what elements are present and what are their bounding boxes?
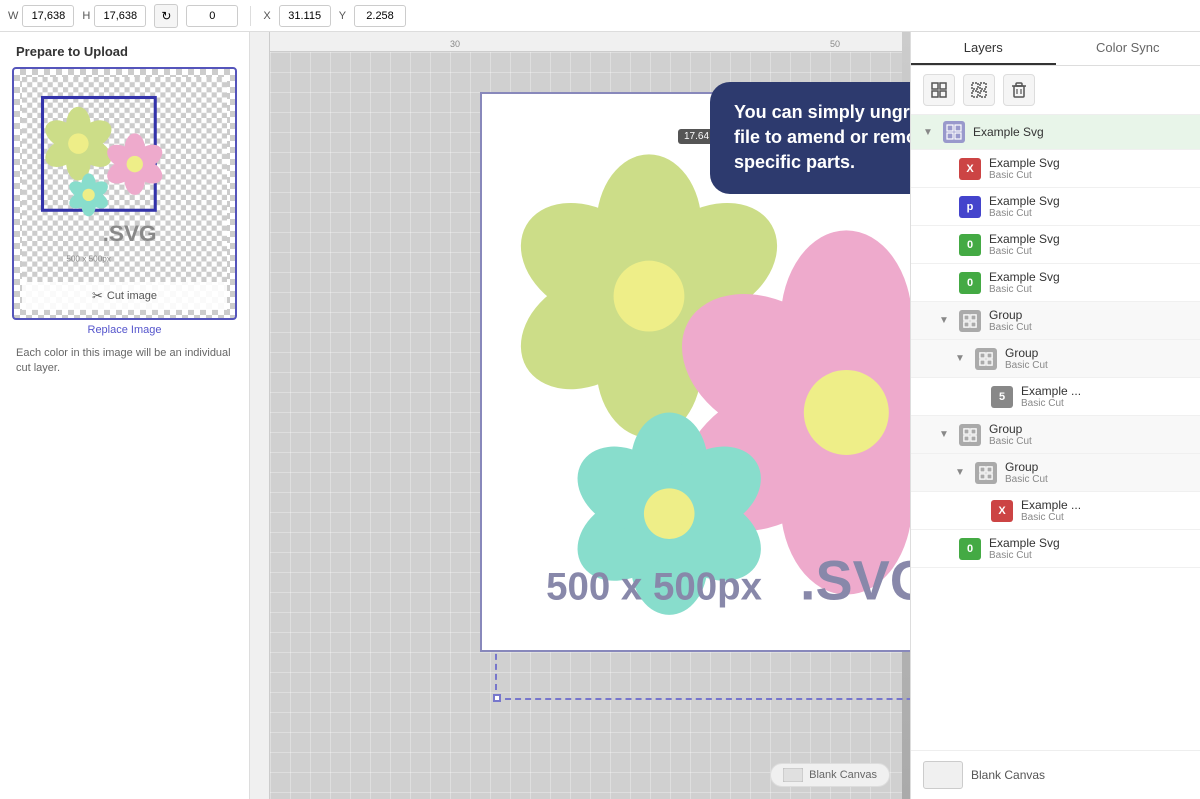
layer-text-3: Example Svg Basic Cut: [989, 232, 1188, 257]
height-input[interactable]: [94, 5, 146, 27]
width-group: W: [8, 5, 74, 27]
layer-list: ▼ Example Svg X Example Svg Basic Cut: [911, 115, 1200, 750]
layer-icon-g2: [975, 348, 997, 370]
layer-text-6: Example ... Basic Cut: [1021, 498, 1188, 523]
layer-item-g2[interactable]: ▼ Group Basic Cut: [911, 340, 1200, 378]
layer-text-7: Example Svg Basic Cut: [989, 536, 1188, 561]
rotate-input[interactable]: [186, 5, 238, 27]
canvas-thumbnail-icon: [783, 768, 803, 782]
tab-layers[interactable]: Layers: [911, 32, 1056, 65]
ungroup-btn[interactable]: [963, 74, 995, 106]
ungroup-icon: [971, 82, 987, 98]
layer-item-6[interactable]: X Example ... Basic Cut: [911, 492, 1200, 530]
layer-icon-7: 0: [959, 538, 981, 560]
preview-svg: .SVG 500 x 500px: [22, 77, 227, 282]
prepare-title: Prepare to Upload: [0, 32, 249, 67]
layer-text-5: Example ... Basic Cut: [1021, 384, 1188, 409]
replace-image-link[interactable]: Replace Image: [0, 320, 249, 340]
toolbar: W H ↻ X Y: [0, 0, 1200, 32]
upload-preview-container: .SVG 500 x 500px ✂ Cut image: [12, 67, 237, 320]
canvas-area[interactable]: 30 50: [250, 32, 910, 799]
cut-image-btn[interactable]: ✂ Cut image: [22, 282, 227, 310]
y-label: Y: [339, 10, 346, 22]
w-label: W: [8, 10, 18, 22]
scissors-icon: ✂: [92, 288, 103, 304]
layer-item-4[interactable]: 0 Example Svg Basic Cut: [911, 264, 1200, 302]
cut-image-label: Cut image: [107, 290, 157, 302]
blank-canvas-thumb: [923, 761, 963, 789]
layer-icon-2: p: [959, 196, 981, 218]
blank-canvas-area: Blank Canvas: [770, 763, 890, 787]
layer-icon-g3: [959, 424, 981, 446]
group-icon: [931, 82, 947, 98]
tooltip-text: You can simply ungroup the file to amend…: [734, 102, 910, 172]
handle-bl[interactable]: [493, 694, 501, 702]
ruler-horizontal: 30 50: [250, 32, 910, 52]
divider: [250, 6, 251, 26]
layer-text-1: Example Svg Basic Cut: [989, 156, 1188, 181]
layer-text-g2: Group Basic Cut: [1005, 346, 1188, 371]
layer-text-2: Example Svg Basic Cut: [989, 194, 1188, 219]
h-label: H: [82, 10, 90, 22]
layer-text-g4: Group Basic Cut: [1005, 460, 1188, 485]
expand-icon-g2: ▼: [955, 353, 967, 364]
left-panel: Prepare to Upload: [0, 32, 250, 799]
blank-canvas-bottom: Blank Canvas: [911, 750, 1200, 799]
blank-canvas-pill[interactable]: Blank Canvas: [770, 763, 890, 787]
expand-icon-g4: ▼: [955, 467, 967, 478]
svg-text:500 x 500px: 500 x 500px: [546, 566, 762, 609]
layer-item-2[interactable]: p Example Svg Basic Cut: [911, 188, 1200, 226]
y-input[interactable]: [354, 5, 406, 27]
panel-toolbar: [911, 66, 1200, 115]
layer-text-top: Example Svg: [973, 125, 1188, 139]
layer-item-7[interactable]: 0 Example Svg Basic Cut: [911, 530, 1200, 568]
svg-text:500 x 500px: 500 x 500px: [66, 255, 111, 264]
layer-text-g1: Group Basic Cut: [989, 308, 1188, 333]
delete-btn[interactable]: [1003, 74, 1035, 106]
svg-text:.SVG: .SVG: [103, 221, 157, 246]
blank-canvas-label-right: Blank Canvas: [971, 768, 1045, 782]
layer-icon-4: 0: [959, 272, 981, 294]
layer-item-g1[interactable]: ▼ Group Basic Cut: [911, 302, 1200, 340]
panel-tabs: Layers Color Sync: [911, 32, 1200, 66]
layer-item-3[interactable]: 0 Example Svg Basic Cut: [911, 226, 1200, 264]
ruler-mark-50: 50: [830, 39, 840, 49]
main-layout: Prepare to Upload: [0, 32, 1200, 799]
layer-item-top[interactable]: ▼ Example Svg: [911, 115, 1200, 150]
upload-preview-inner: .SVG 500 x 500px ✂ Cut image: [14, 69, 235, 318]
layer-icon-g4: [975, 462, 997, 484]
expand-icon-top: ▼: [923, 127, 935, 138]
expand-icon-g3: ▼: [939, 429, 951, 440]
x-label: X: [263, 10, 270, 22]
layer-icon-3: 0: [959, 234, 981, 256]
rotate-btn[interactable]: ↻: [154, 4, 178, 28]
right-panel: Layers Color Sync: [910, 32, 1200, 799]
layer-item-1[interactable]: X Example Svg Basic Cut: [911, 150, 1200, 188]
tooltip-bubble: You can simply ungroup the file to amend…: [710, 82, 910, 194]
x-input[interactable]: [279, 5, 331, 27]
layer-icon-top: [943, 121, 965, 143]
layer-text-g3: Group Basic Cut: [989, 422, 1188, 447]
layer-icon-g1: [959, 310, 981, 332]
group-btn[interactable]: [923, 74, 955, 106]
svg-text:.SVG: .SVG: [800, 550, 910, 612]
blank-canvas-label: Blank Canvas: [809, 769, 877, 781]
tab-color-sync[interactable]: Color Sync: [1056, 32, 1200, 65]
expand-icon-g1: ▼: [939, 315, 951, 326]
layer-icon-5: 5: [991, 386, 1013, 408]
layer-item-g4[interactable]: ▼ Group Basic Cut: [911, 454, 1200, 492]
layer-icon-6: X: [991, 500, 1013, 522]
height-group: H: [82, 5, 146, 27]
trash-icon: [1012, 82, 1026, 98]
layer-text-4: Example Svg Basic Cut: [989, 270, 1188, 295]
layer-item-5[interactable]: 5 Example ... Basic Cut: [911, 378, 1200, 416]
ruler-mark-30: 30: [450, 39, 460, 49]
layer-icon-1: X: [959, 158, 981, 180]
layer-item-g3[interactable]: ▼ Group Basic Cut: [911, 416, 1200, 454]
ruler-vertical: [250, 32, 270, 799]
left-panel-description: Each color in this image will be an indi…: [0, 340, 249, 389]
width-input[interactable]: [22, 5, 74, 27]
